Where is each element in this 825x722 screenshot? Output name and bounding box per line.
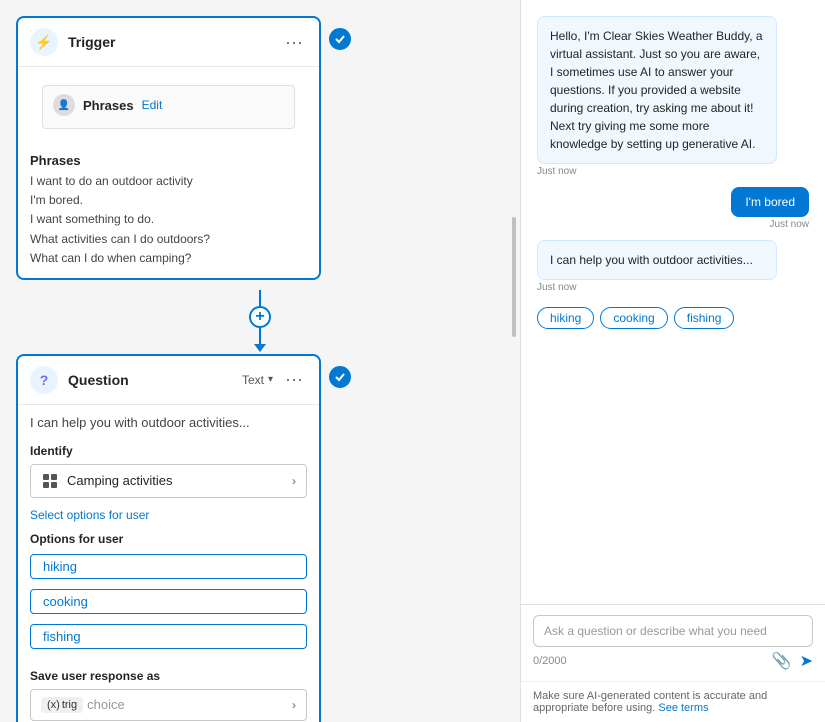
question-body: I can help you with outdoor activities..… [18, 405, 319, 722]
identify-value: Camping activities [67, 473, 292, 488]
chat-user-message: I'm bored Just now [537, 187, 809, 230]
footer-link[interactable]: See terms [658, 702, 708, 714]
phrases-section: Phrases I want to do an outdoor activity… [18, 143, 319, 278]
save-response-box[interactable]: (x) trig choice › [30, 689, 307, 721]
right-panel: Hello, I'm Clear Skies Weather Buddy, a … [520, 0, 825, 722]
options-label: Options for user [30, 532, 307, 546]
choice-hiking[interactable]: hiking [537, 307, 594, 329]
identify-box[interactable]: Camping activities › [30, 464, 307, 498]
chat-footer: Make sure AI-generated content is accura… [521, 681, 825, 722]
save-var-name: trig [62, 699, 77, 711]
save-var-chip: (x) trig [41, 697, 83, 713]
chat-bot-message-2: I can help you with outdoor activities..… [537, 240, 809, 293]
question-icon: ? [30, 366, 58, 394]
phrases-box-title: Phrases [83, 98, 134, 113]
choice-fishing[interactable]: fishing [674, 307, 735, 329]
question-type-badge[interactable]: Text ▾ [242, 373, 273, 387]
timestamp-2: Just now [770, 219, 809, 230]
trigger-title: Trigger [68, 34, 281, 50]
chat-input-meta: 0/2000 📎 ➤ [533, 651, 813, 671]
options-list: hiking cooking fishing [30, 554, 307, 655]
send-button[interactable]: ➤ [800, 651, 813, 671]
scrollbar[interactable] [512, 217, 516, 337]
option-hiking[interactable]: hiking [30, 554, 307, 579]
phrases-section-title: Phrases [30, 153, 307, 168]
left-panel: ⚡ Trigger ··· 👤 Phrases Edit Phrases I w… [0, 0, 520, 722]
save-var-x: (x) [47, 699, 60, 711]
char-count: 0/2000 [533, 655, 567, 667]
select-options-link[interactable]: Select options for user [30, 508, 149, 522]
question-preview-text: I can help you with outdoor activities..… [30, 415, 307, 430]
question-title: Question [68, 372, 242, 388]
identify-label: Identify [30, 444, 307, 458]
chat-input-placeholder: Ask a question or describe what you need [533, 615, 813, 647]
trigger-phrases-box: 👤 Phrases Edit [42, 85, 295, 129]
bot-bubble-2: I can help you with outdoor activities..… [537, 240, 777, 280]
phrases-avatar: 👤 [53, 94, 75, 116]
question-menu-button[interactable]: ··· [281, 369, 307, 390]
identify-chevron-icon: › [292, 474, 296, 488]
bot-message-1-text: Hello, I'm Clear Skies Weather Buddy, a … [550, 29, 763, 151]
user-bubble: I'm bored [731, 187, 809, 217]
save-box-chevron-icon: › [292, 698, 296, 712]
attach-button[interactable]: 📎 [772, 651, 792, 671]
add-node-button[interactable]: + [249, 306, 271, 328]
phrases-edit-link[interactable]: Edit [142, 98, 163, 112]
footer-text: Make sure AI-generated content is accura… [533, 690, 767, 714]
timestamp-1: Just now [537, 166, 809, 177]
option-fishing[interactable]: fishing [30, 624, 307, 649]
connector-1: + [16, 290, 504, 352]
trigger-icon: ⚡ [30, 28, 58, 56]
bot-message-2-text: I can help you with outdoor activities..… [550, 253, 753, 267]
chat-bot-message-1: Hello, I'm Clear Skies Weather Buddy, a … [537, 16, 809, 177]
user-message-text: I'm bored [745, 195, 795, 209]
chat-input-area: Ask a question or describe what you need… [521, 604, 825, 681]
question-card-header: ? Question Text ▾ ··· [18, 356, 319, 405]
save-response-label: Save user response as [30, 669, 307, 683]
phrases-text: I want to do an outdoor activity I'm bor… [30, 172, 307, 268]
question-check-circle [329, 366, 351, 388]
choice-cooking[interactable]: cooking [600, 307, 667, 329]
chat-choices: hiking cooking fishing [537, 307, 809, 329]
trigger-menu-button[interactable]: ··· [281, 32, 307, 53]
timestamp-3: Just now [537, 282, 809, 293]
trigger-card: ⚡ Trigger ··· 👤 Phrases Edit Phrases I w… [16, 16, 321, 280]
chat-area: Hello, I'm Clear Skies Weather Buddy, a … [521, 0, 825, 604]
save-var-value: choice [87, 697, 292, 712]
option-cooking[interactable]: cooking [30, 589, 307, 614]
question-card: ? Question Text ▾ ··· I can help you wit… [16, 354, 321, 722]
bot-bubble-1: Hello, I'm Clear Skies Weather Buddy, a … [537, 16, 777, 164]
chat-input-icons: 📎 ➤ [772, 651, 813, 671]
camping-icon [41, 472, 59, 490]
trigger-card-header: ⚡ Trigger ··· [18, 18, 319, 67]
trigger-check-circle [329, 28, 351, 50]
